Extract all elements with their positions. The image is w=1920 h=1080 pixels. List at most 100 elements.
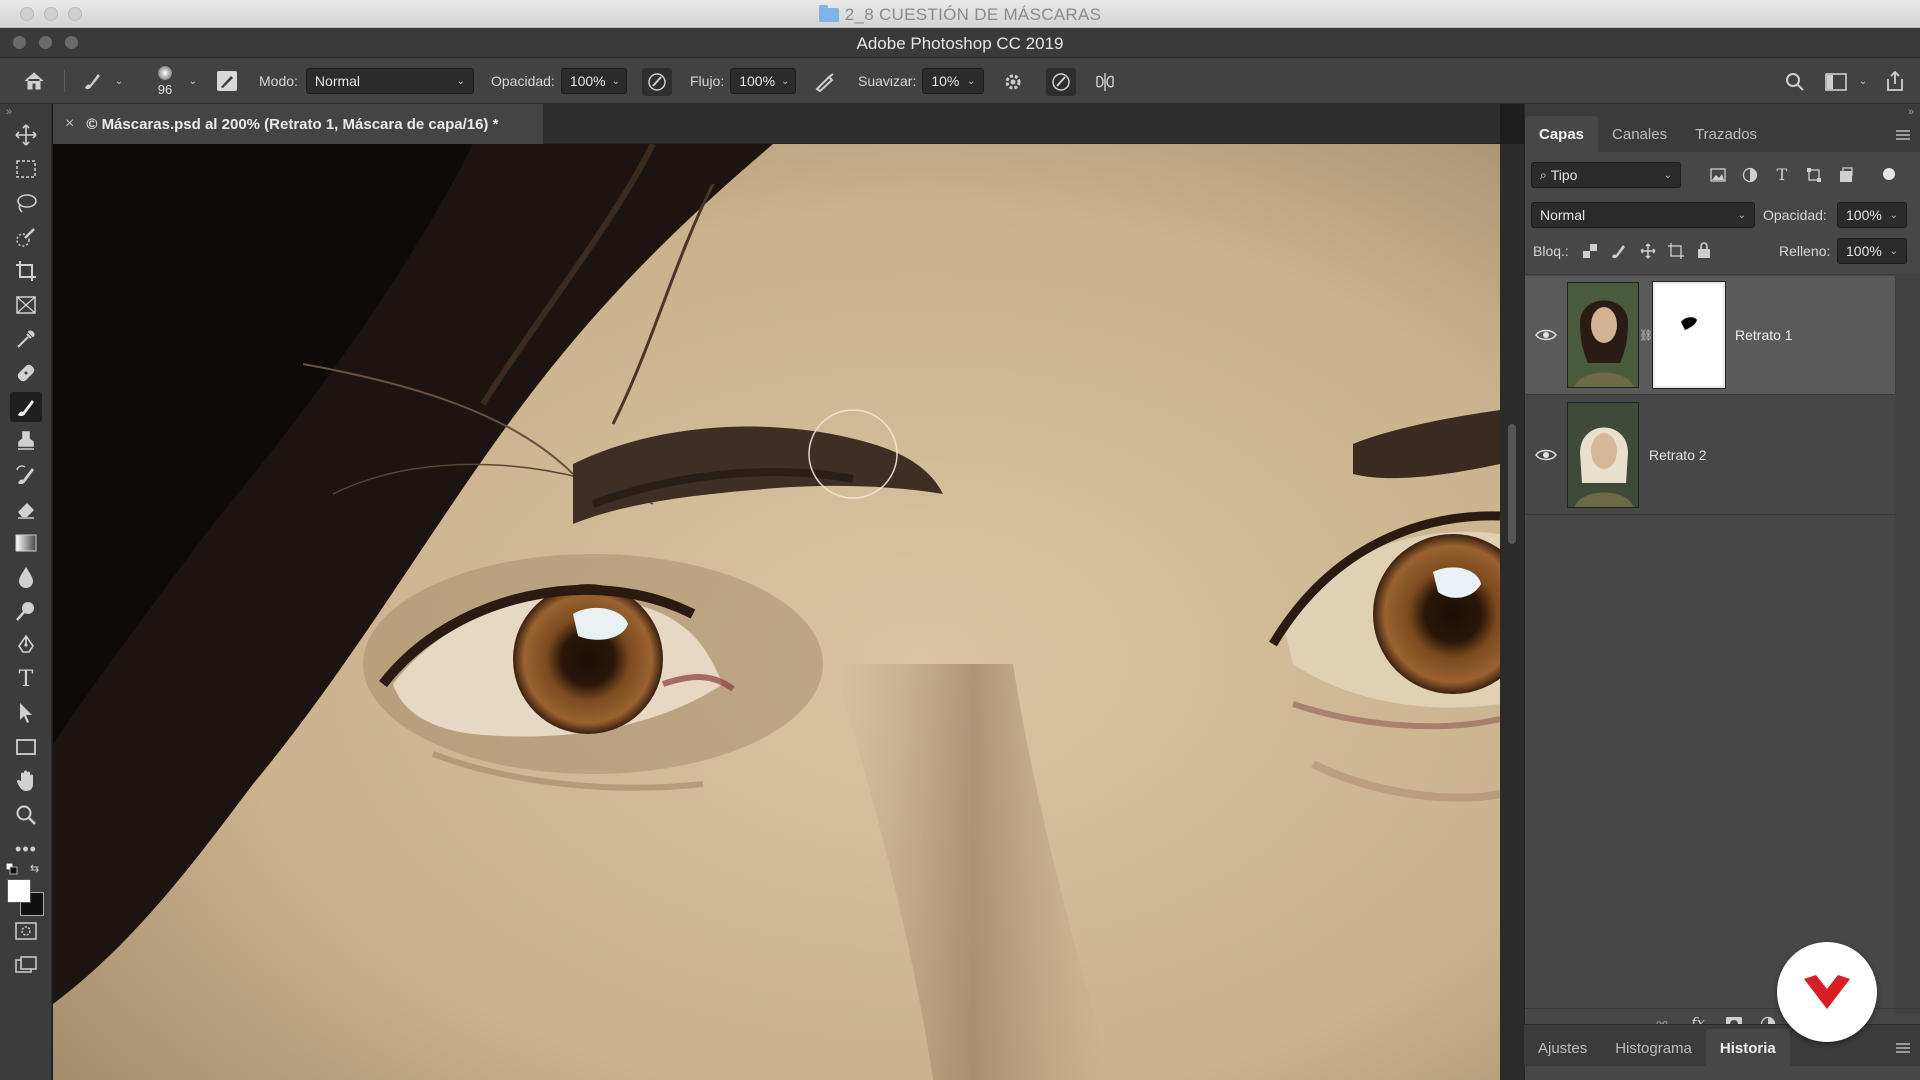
- layer-thumbnail[interactable]: [1567, 282, 1639, 388]
- filter-shape-icon[interactable]: [1805, 166, 1823, 184]
- path-selection-tool-icon[interactable]: [10, 698, 42, 728]
- filter-kind-value: Tipo: [1550, 167, 1578, 183]
- lock-all-icon[interactable]: [1695, 240, 1713, 260]
- filter-pixel-icon[interactable]: [1709, 166, 1727, 184]
- brush-size-dropdown-icon[interactable]: ⌄: [186, 72, 200, 90]
- mode-select[interactable]: Normal ⌄: [305, 68, 474, 94]
- filter-type-icon[interactable]: T: [1773, 164, 1791, 184]
- tab-ajustes[interactable]: Ajustes: [1524, 1030, 1601, 1066]
- brush-preset-dropdown-icon[interactable]: ⌄: [112, 72, 126, 90]
- lock-transparent-icon[interactable]: [1581, 242, 1599, 260]
- panel-menu-icon[interactable]: [1896, 128, 1910, 140]
- layer-thumbnail[interactable]: [1567, 402, 1639, 508]
- clone-stamp-tool-icon[interactable]: [10, 426, 42, 456]
- share-icon[interactable]: [1880, 66, 1910, 96]
- blend-mode-select[interactable]: Normal ⌄: [1531, 202, 1755, 228]
- app-title-bar: Adobe Photoshop CC 2019: [0, 28, 1920, 58]
- filter-toggle-icon[interactable]: [1883, 168, 1895, 180]
- filter-kind-select[interactable]: ⌕ Tipo ⌄: [1531, 162, 1681, 188]
- search-icon[interactable]: [1780, 68, 1810, 96]
- smoothing-input[interactable]: 10% ⌄: [922, 68, 985, 94]
- document-canvas[interactable]: [53, 144, 1500, 1080]
- workspace-icon[interactable]: [1822, 68, 1850, 96]
- brush-tool-icon[interactable]: [10, 392, 42, 422]
- eyedropper-tool-icon[interactable]: [10, 324, 42, 354]
- close-tab-icon[interactable]: ×: [65, 115, 74, 133]
- filter-adjustment-icon[interactable]: [1741, 166, 1759, 184]
- rectangle-tool-icon[interactable]: [10, 732, 42, 762]
- layers-panel-body: ⌕ Tipo ⌄ T Normal ⌄ Opacidad: 100% ⌄ Bloq.…: [1525, 152, 1920, 1080]
- quick-mask-icon[interactable]: [10, 916, 42, 946]
- frame-tool-icon[interactable]: [10, 290, 42, 320]
- type-tool-icon[interactable]: T: [10, 664, 42, 694]
- gear-icon[interactable]: [998, 68, 1028, 96]
- options-bar: ⌄ 96 ⌄ Modo: Normal ⌄ Opacidad: 100% ⌄ Flu…: [0, 58, 1920, 104]
- eye-icon[interactable]: [1525, 448, 1567, 462]
- chevron-down-icon: ⌄: [1663, 169, 1672, 181]
- gradient-tool-icon[interactable]: [10, 528, 42, 558]
- tab-historia[interactable]: Historia: [1705, 1029, 1790, 1067]
- layers-scrollbar[interactable]: [1895, 274, 1920, 1014]
- screen-mode-icon[interactable]: [10, 950, 42, 980]
- lock-artboard-icon[interactable]: [1667, 242, 1685, 260]
- lock-position-icon[interactable]: [1639, 242, 1657, 260]
- zoom-tool-icon[interactable]: [10, 800, 42, 830]
- workspace-dropdown-icon[interactable]: ⌄: [1856, 72, 1870, 90]
- document-tab[interactable]: × © Máscaras.psd al 200% (Retrato 1, Más…: [53, 104, 543, 144]
- layer-opacity-input[interactable]: 100% ⌄: [1837, 202, 1907, 228]
- canvas-scrollbar[interactable]: [1500, 144, 1524, 1080]
- pen-tool-icon[interactable]: [10, 630, 42, 660]
- foreground-color-swatch[interactable]: [7, 879, 31, 903]
- scrollbar-thumb[interactable]: [1508, 424, 1516, 544]
- airbrush-icon[interactable]: [810, 68, 840, 96]
- layer-name[interactable]: Retrato 1: [1735, 327, 1793, 343]
- tab-canales[interactable]: Canales: [1598, 116, 1681, 152]
- swap-colors-icon[interactable]: ⇆: [30, 862, 42, 875]
- eraser-tool-icon[interactable]: [10, 494, 42, 524]
- pressure-opacity-icon[interactable]: [642, 68, 672, 96]
- brush-preset-icon[interactable]: [78, 68, 106, 94]
- dodge-tool-icon[interactable]: [10, 596, 42, 626]
- more-tools-icon[interactable]: •••: [10, 834, 42, 864]
- app-title: Adobe Photoshop CC 2019: [856, 34, 1064, 53]
- chevron-down-icon: ⌄: [1889, 209, 1898, 221]
- history-brush-tool-icon[interactable]: [10, 460, 42, 490]
- brush-size-picker[interactable]: 96: [152, 64, 178, 98]
- fill-input[interactable]: 100% ⌄: [1837, 238, 1907, 264]
- lock-pixels-icon[interactable]: [1609, 242, 1627, 260]
- layer-row-retrato-2[interactable]: Retrato 2: [1525, 396, 1895, 514]
- marquee-tool-icon[interactable]: [10, 154, 42, 184]
- healing-brush-tool-icon[interactable]: [10, 358, 42, 388]
- pressure-size-icon[interactable]: [1046, 68, 1076, 96]
- brush-settings-panel-icon[interactable]: [214, 68, 240, 94]
- move-tool-icon[interactable]: [10, 120, 42, 150]
- quick-selection-tool-icon[interactable]: [10, 222, 42, 252]
- crop-tool-icon[interactable]: [10, 256, 42, 286]
- hand-tool-icon[interactable]: [10, 766, 42, 796]
- flow-input[interactable]: 100% ⌄: [730, 68, 797, 94]
- tab-histograma[interactable]: Histograma: [1601, 1030, 1706, 1066]
- link-icon[interactable]: ⛓: [1639, 329, 1653, 342]
- blend-mode-value: Normal: [1540, 207, 1586, 223]
- filter-smart-object-icon[interactable]: [1837, 166, 1855, 184]
- collapse-toolbox-icon[interactable]: »: [6, 106, 12, 118]
- layer-mask-thumbnail[interactable]: [1652, 281, 1726, 389]
- mode-value: Normal: [314, 73, 361, 89]
- chevron-down-icon: ⌄: [966, 75, 976, 87]
- home-icon[interactable]: [20, 68, 48, 94]
- smoothing-value: 10%: [931, 73, 960, 89]
- lasso-tool-icon[interactable]: [10, 188, 42, 218]
- layers-panel-tabs: Capas Canales Trazados: [1525, 104, 1920, 152]
- opacity-input[interactable]: 100% ⌄: [560, 68, 627, 94]
- tab-trazados[interactable]: Trazados: [1681, 116, 1771, 152]
- panel-menu-icon[interactable]: [1896, 1041, 1910, 1053]
- tab-capas[interactable]: Capas: [1525, 116, 1599, 152]
- layer-row-retrato-1[interactable]: ⛓ Retrato 1: [1525, 276, 1895, 394]
- symmetry-icon[interactable]: [1090, 68, 1120, 96]
- default-colors-icon[interactable]: [5, 862, 18, 875]
- adjustments-panel-tabs: Ajustes Histograma Historia: [1524, 1024, 1920, 1067]
- layer-name[interactable]: Retrato 2: [1649, 447, 1707, 463]
- folder-icon: [818, 5, 839, 22]
- blur-tool-icon[interactable]: [10, 562, 42, 592]
- eye-icon[interactable]: [1525, 328, 1567, 342]
